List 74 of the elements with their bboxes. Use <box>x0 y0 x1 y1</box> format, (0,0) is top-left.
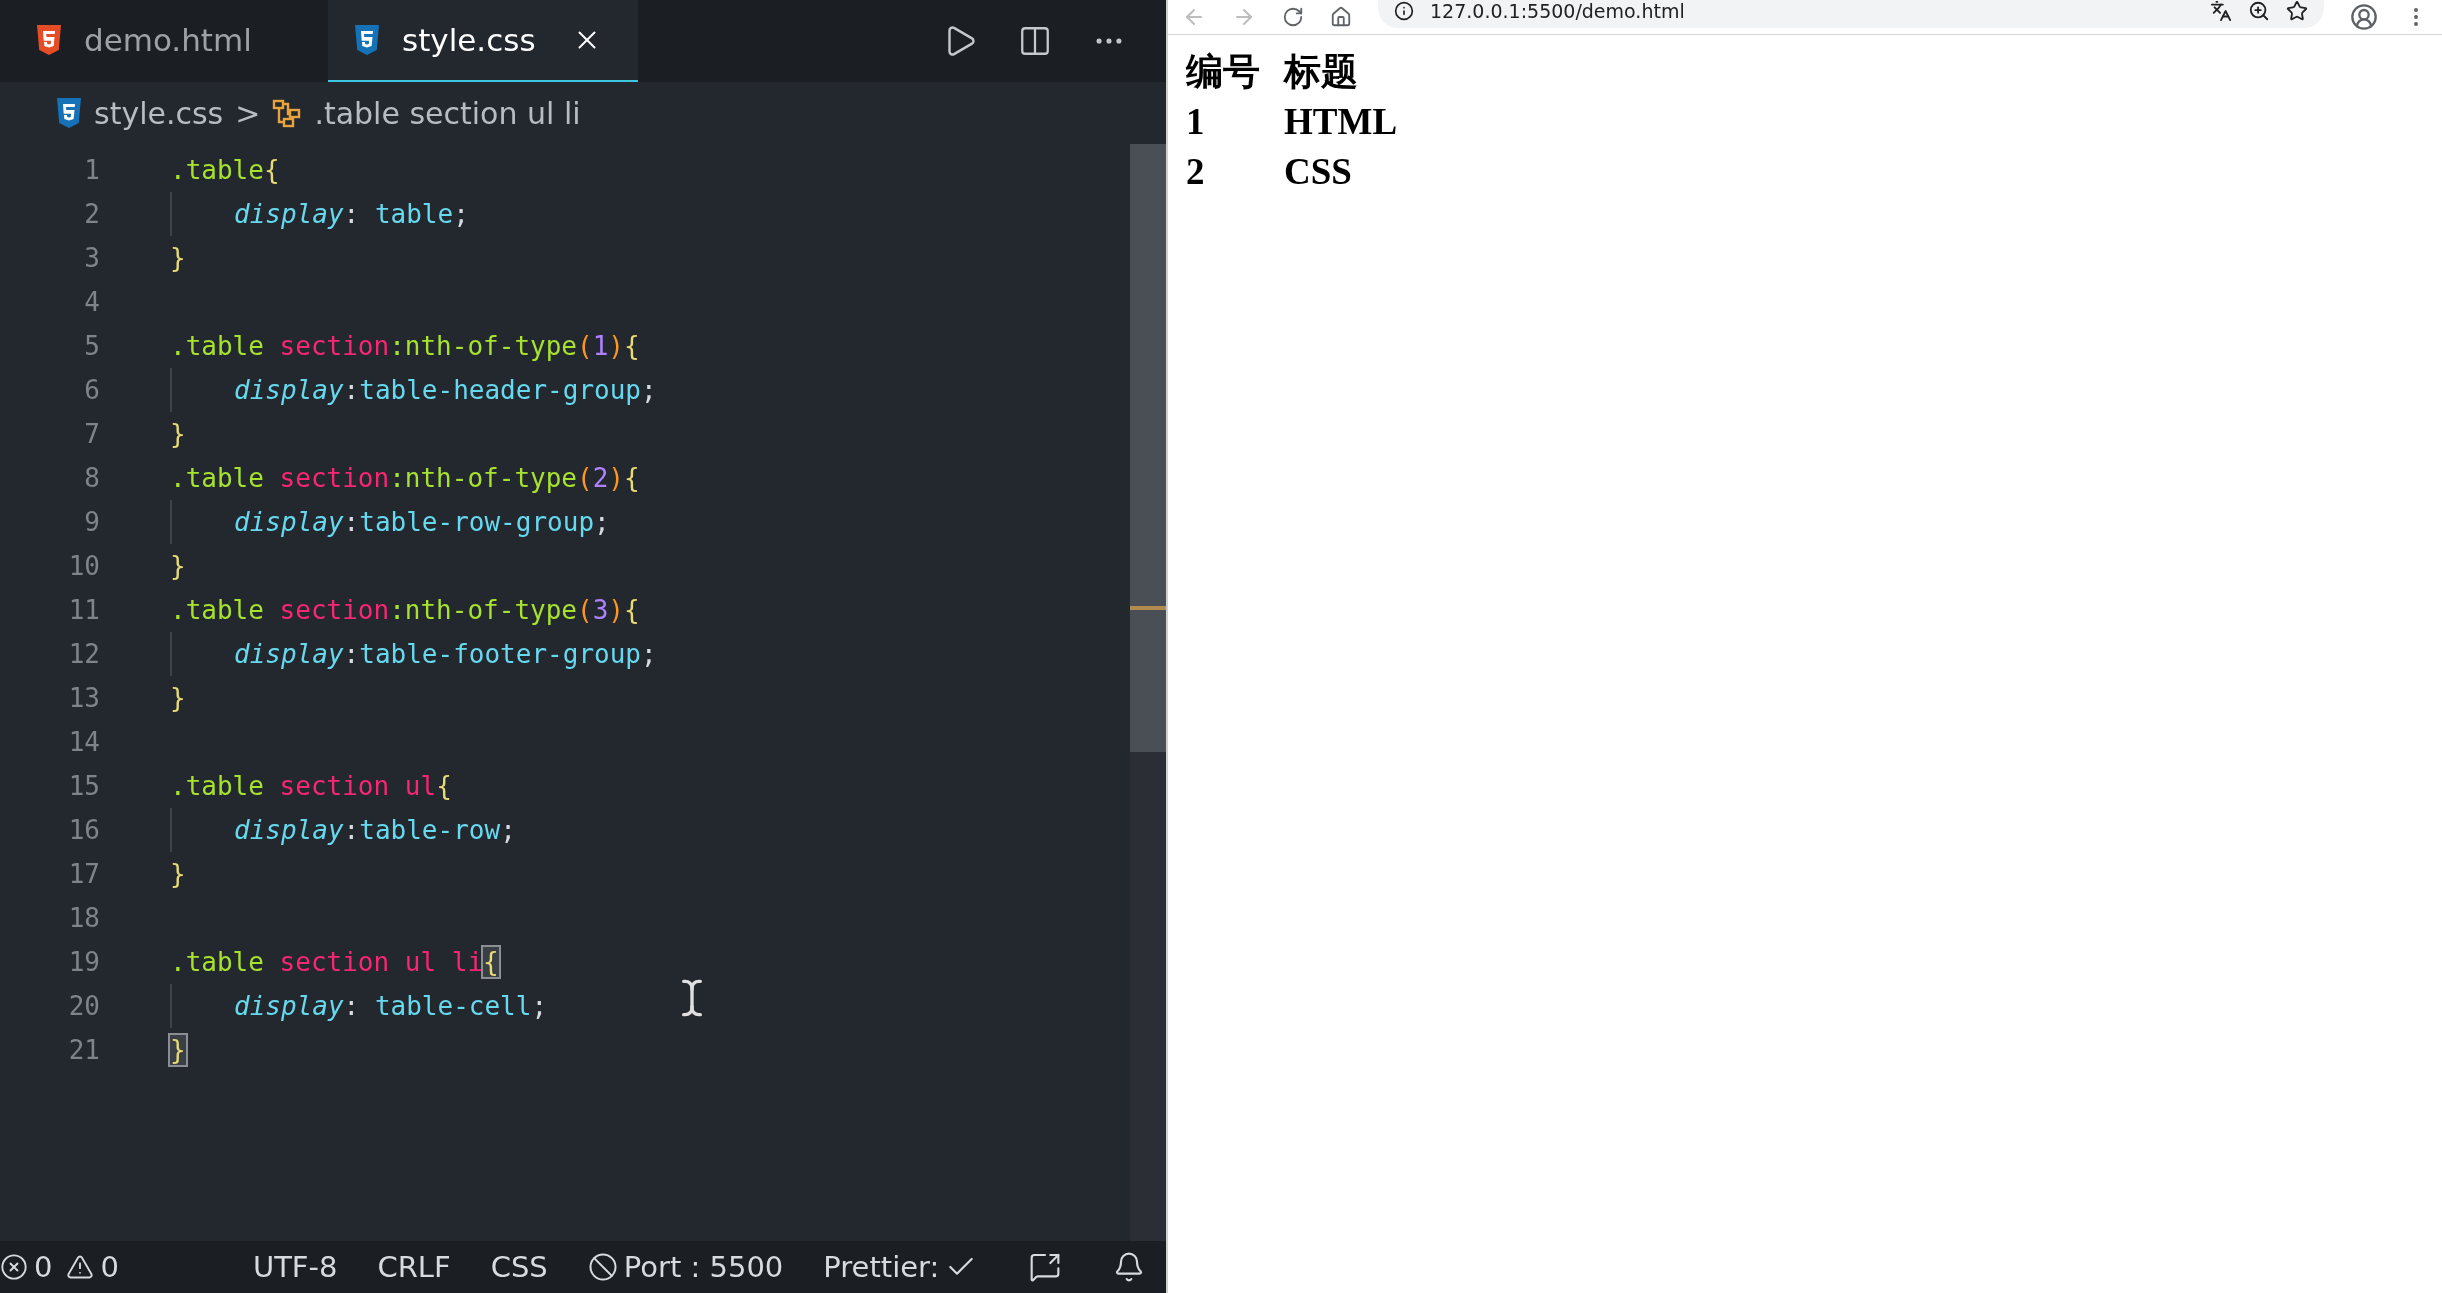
line-number: 16 <box>67 815 100 845</box>
css-file-icon <box>56 98 82 128</box>
formatter-status[interactable]: Prettier: <box>823 1250 940 1284</box>
line-number: 7 <box>83 419 100 449</box>
code-line: .table section:nth-of-type(3){ <box>170 595 640 625</box>
line-number: 8 <box>83 463 100 493</box>
split-editor-icon[interactable] <box>1018 24 1052 58</box>
line-number: 18 <box>67 903 100 933</box>
profile-icon[interactable] <box>2350 3 2378 31</box>
line-number: 12 <box>67 639 100 669</box>
code-line: } <box>170 551 186 581</box>
code-line: display: table; <box>234 199 469 229</box>
html-file-icon <box>36 25 62 55</box>
zoom-icon[interactable] <box>2248 0 2270 22</box>
language-status[interactable]: CSS <box>490 1250 548 1284</box>
table-cell-text: CSS <box>1284 150 1353 194</box>
line-number: 21 <box>67 1035 100 1065</box>
code-line: .table section ul li{ <box>170 947 499 977</box>
home-icon[interactable] <box>1330 6 1352 28</box>
code-line: display:table-row; <box>234 815 516 845</box>
code-line: .table section:nth-of-type(2){ <box>170 463 640 493</box>
code-line: display: table-cell; <box>234 991 548 1021</box>
line-number: 2 <box>83 199 100 229</box>
line-number: 1 <box>83 155 100 185</box>
code-line: display:table-footer-group; <box>234 639 657 669</box>
symbol-structure-icon <box>272 98 303 128</box>
port-status[interactable]: Port : 5500 <box>623 1250 784 1284</box>
line-number: 11 <box>67 595 100 625</box>
code-line: display:table-header-group; <box>234 375 657 405</box>
code-line: .table{ <box>170 155 280 185</box>
line-number: 10 <box>67 551 100 581</box>
code-line: } <box>170 243 186 273</box>
breadcrumb-separator: > <box>235 95 261 131</box>
reload-icon[interactable] <box>1282 6 1304 28</box>
address-bar[interactable]: 127.0.0.1:5500/demo.html <box>1378 0 2324 28</box>
translate-icon[interactable] <box>2210 0 2232 22</box>
line-ending-status[interactable]: CRLF <box>377 1250 451 1284</box>
bookmark-star-icon[interactable] <box>2286 0 2308 22</box>
line-number: 20 <box>67 991 100 1021</box>
line-number: 6 <box>83 375 100 405</box>
line-number: 3 <box>83 243 100 273</box>
no-entry-icon <box>587 1252 618 1282</box>
table-cell-text: 1 <box>1186 100 1206 144</box>
feedback-icon[interactable] <box>1029 1251 1062 1283</box>
code-line: } <box>170 859 186 889</box>
line-number: 19 <box>67 947 100 977</box>
error-count[interactable]: 0 <box>34 1250 53 1284</box>
line-number: 17 <box>67 859 100 889</box>
line-number: 15 <box>67 771 100 801</box>
line-number: 13 <box>67 683 100 713</box>
editor-tab[interactable]: style.css <box>328 0 638 82</box>
table-cell-text: 标题 <box>1284 50 1359 94</box>
table-cell-text: HTML <box>1284 100 1398 144</box>
scrollbar-thumb[interactable] <box>1130 144 1166 752</box>
line-number: 5 <box>83 331 100 361</box>
code-line: } <box>170 419 186 449</box>
warning-icon <box>66 1253 95 1281</box>
css-file-icon <box>354 25 380 55</box>
breadcrumb-item[interactable]: style.css <box>94 95 224 131</box>
encoding-status[interactable]: UTF-8 <box>252 1250 338 1284</box>
line-number: 4 <box>83 287 100 317</box>
breadcrumb-item[interactable]: .table section ul li <box>314 95 581 131</box>
error-icon <box>0 1253 28 1281</box>
warning-count[interactable]: 0 <box>100 1250 119 1284</box>
scroll-marker <box>1130 606 1166 610</box>
info-icon[interactable] <box>1394 1 1414 21</box>
code-line: display:table-row-group; <box>234 507 610 537</box>
line-number: 9 <box>83 507 100 537</box>
line-number: 14 <box>67 727 100 757</box>
table-cell-text: 编号 <box>1186 50 1261 94</box>
code-line: .table section:nth-of-type(1){ <box>170 331 640 361</box>
code-line: } <box>170 683 186 713</box>
table-cell-text: 2 <box>1186 150 1206 194</box>
code-line: .table section ul{ <box>170 771 452 801</box>
